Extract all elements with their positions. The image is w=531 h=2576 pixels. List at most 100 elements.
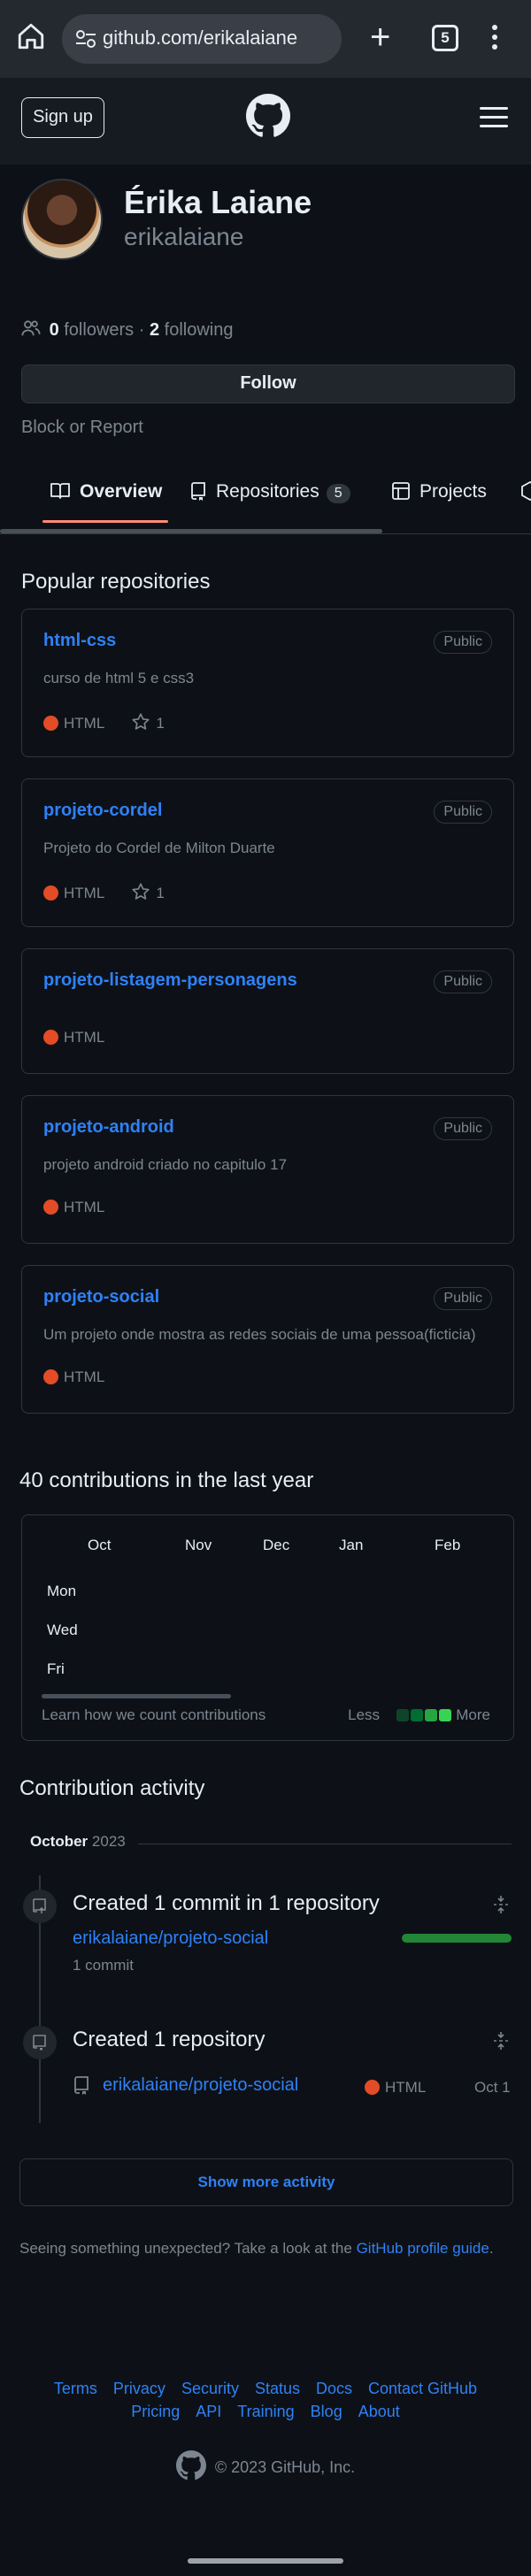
tab-overview[interactable]: Overview [50,481,162,502]
commit-count-link[interactable]: 1 commit [73,1957,134,1974]
graph-scrollbar[interactable] [42,1694,231,1698]
repo-meta: HTML [43,1368,104,1386]
block-report-link[interactable]: Block or Report [21,418,143,438]
repo-push-icon [23,1890,57,1923]
repo-description: Um projeto onde mostra as redes sociais … [43,1326,476,1343]
footer-link-contact[interactable]: Contact GitHub [368,2380,477,2397]
follow-button[interactable]: Follow [21,364,515,403]
activity-month-heading: October 2023 [30,1833,126,1851]
github-logo-icon[interactable] [246,94,290,138]
github-mark-icon[interactable] [175,2450,206,2480]
footer-link-blog[interactable]: Blog [311,2403,342,2420]
address-bar[interactable]: github.com/erikalaiane [62,14,342,64]
repo-link[interactable]: projeto-cordel [43,801,162,821]
language-color-dot [43,1369,58,1384]
repo-language: HTML [64,1199,105,1215]
star-count: 1 [156,715,165,732]
following-label[interactable]: following [165,320,234,340]
repo-meta: HTML [43,1199,104,1216]
site-settings-icon[interactable] [74,28,97,50]
activity-title: Contribution activity [19,1776,205,1800]
repo-card: projeto-cordel Public Projeto do Cordel … [21,778,514,927]
repo-language: HTML [64,885,104,901]
tab-projects[interactable]: Projects [391,481,487,502]
footer-link-pricing[interactable]: Pricing [131,2403,180,2420]
followers-label[interactable]: followers [64,320,134,340]
repo-link[interactable]: projeto-listagem-personagens [43,970,297,991]
month-label: Feb [435,1537,461,1553]
repo-link[interactable]: html-css [43,631,116,651]
book-icon [50,483,70,499]
legend-less: Less [348,1706,381,1723]
profile-name: Érika Laiane [124,184,312,220]
contribution-legend: Less More [348,1706,490,1724]
url-text: github.com/erikalaiane [103,27,298,49]
repo-card: projeto-android Public projeto android c… [21,1095,514,1244]
activity-date: Oct 1 [474,2079,511,2096]
footer-link-training[interactable]: Training [237,2403,294,2420]
repo-icon [23,2026,57,2059]
home-icon[interactable] [16,21,46,51]
footer-link-terms[interactable]: Terms [54,2380,97,2397]
activity-event-title: Created 1 repository [73,2028,266,2051]
followers-row: 0 followers · 2 following [21,318,233,341]
more-menu-icon[interactable] [492,25,499,53]
legend-swatch [396,1709,409,1721]
star-count: 1 [156,885,165,901]
legend-swatch [410,1709,423,1721]
repo-description: Projeto do Cordel de Milton Duarte [43,840,275,856]
site-header: Sign up [0,78,531,165]
popular-repos-title: Popular repositories [21,570,211,594]
signup-button[interactable]: Sign up [21,97,104,138]
contributions-title: 40 contributions in the last year [19,1468,314,1492]
day-label: Mon [47,1583,77,1599]
day-label: Fri [47,1660,65,1677]
table-icon [392,482,410,500]
repo-language: HTML [365,2079,426,2097]
menu-icon[interactable] [480,107,508,128]
month-label: Dec [263,1537,290,1553]
language-color-dot [43,886,58,901]
footer-link-api[interactable]: API [196,2403,221,2420]
profile-guide-link[interactable]: GitHub profile guide [357,2240,489,2257]
following-count[interactable]: 2 [150,320,159,340]
fold-icon[interactable] [492,2031,510,2051]
repo-link[interactable]: projeto-android [43,1117,174,1138]
activity-month: October [30,1833,88,1850]
stars-link[interactable]: 1 [131,713,165,732]
activity-repo-link[interactable]: erikalaiane/projeto-social [103,2075,298,2096]
footer-link-about[interactable]: About [358,2403,400,2420]
footer-link-security[interactable]: Security [181,2380,239,2397]
followers-count[interactable]: 0 [50,320,59,340]
footer-link-privacy[interactable]: Privacy [113,2380,165,2397]
month-label: Jan [339,1537,364,1553]
new-tab-icon[interactable]: + [370,19,390,55]
tab-repositories[interactable]: Repositories 5 [189,481,350,503]
legend-swatch [438,1709,451,1721]
system-nav-bar [0,2530,531,2576]
footer-link-status[interactable]: Status [255,2380,300,2397]
tab-switcher-button[interactable]: 5 [432,25,458,51]
show-more-activity-button[interactable]: Show more activity [19,2158,513,2206]
tab-overview-label: Overview [80,481,163,502]
activity-repo-link[interactable]: erikalaiane/projeto-social [73,1928,268,1949]
activity-event-title: Created 1 commit in 1 repository [73,1891,380,1915]
repo-link[interactable]: projeto-social [43,1287,159,1307]
profile-login: erikalaiane [124,223,244,250]
star-icon [132,713,150,730]
language-color-dot [43,1030,58,1045]
repo-meta: HTML 1 [43,712,165,732]
package-icon[interactable] [520,480,531,502]
stars-link[interactable]: 1 [131,883,165,901]
browser-toolbar: github.com/erikalaiane + 5 [0,0,531,78]
gesture-handle[interactable] [188,2558,343,2564]
tab-projects-label: Projects [419,481,487,502]
fold-icon[interactable] [492,1895,510,1914]
tabs-scrollbar[interactable] [0,529,382,533]
avatar [21,179,103,260]
repo-language-label: HTML [385,2079,427,2096]
people-icon [21,320,41,336]
learn-contributions-link[interactable]: Learn how we count contributions [42,1706,266,1724]
footer-link-docs[interactable]: Docs [316,2380,352,2397]
tab-repositories-label: Repositories [216,481,319,502]
